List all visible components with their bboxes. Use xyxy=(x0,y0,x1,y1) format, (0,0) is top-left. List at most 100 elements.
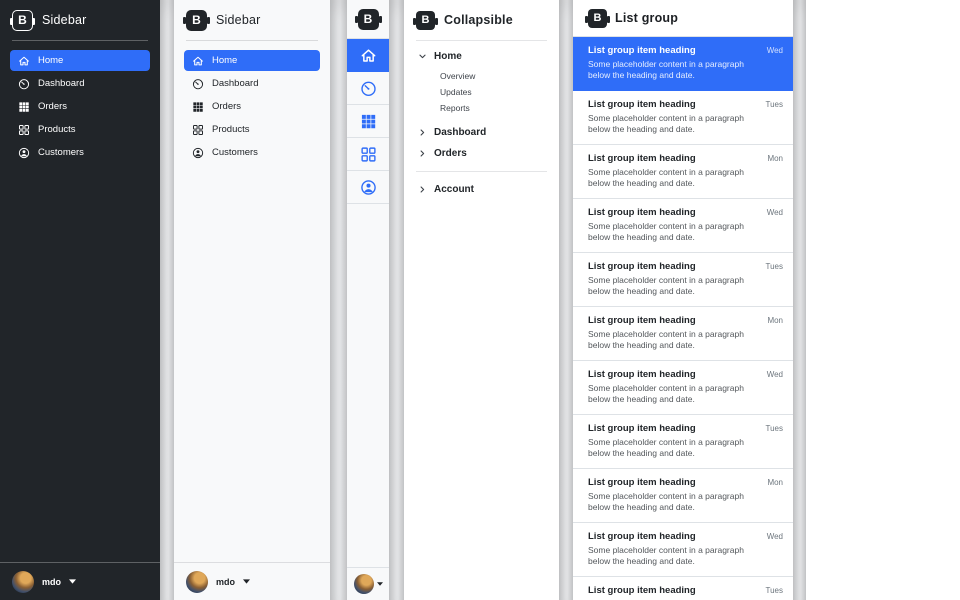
list-item-heading: List group item heading xyxy=(588,369,696,380)
tree-toggle-orders[interactable]: Orders xyxy=(414,143,549,164)
brand-link-light[interactable]: B Sidebar xyxy=(174,0,330,40)
list-item-top: List group item heading Mon xyxy=(588,315,783,326)
list-group-item[interactable]: List group item heading Mon Some placeho… xyxy=(573,469,793,523)
icon-nav-item[interactable] xyxy=(347,105,389,138)
example-divider xyxy=(330,0,347,600)
list-group-item[interactable]: List group item heading Wed Some placeho… xyxy=(573,523,793,577)
brand-link-dark[interactable]: B Sidebar xyxy=(0,0,160,40)
list-group-item[interactable]: List group item heading Mon Some placeho… xyxy=(573,145,793,199)
list-item-date: Tues xyxy=(766,424,784,433)
tree-children-home: Overview Updates Reports xyxy=(414,68,549,116)
nav-item-orders[interactable]: Orders xyxy=(10,96,150,117)
user-menu-dark[interactable]: mdo xyxy=(0,562,160,600)
caret-down-icon xyxy=(243,579,250,584)
list-item-heading: List group item heading xyxy=(588,477,696,488)
nav-item-dashboard[interactable]: Dashboard xyxy=(10,73,150,94)
list-item-top: List group item heading Tues xyxy=(588,423,783,434)
tree-toggle-account[interactable]: Account xyxy=(414,179,549,200)
list-item-body: Some placeholder content in a paragraph … xyxy=(588,59,758,80)
table-icon xyxy=(192,101,204,113)
brand-link-list-group[interactable]: B List group xyxy=(573,0,793,37)
brand-title: Collapsible xyxy=(444,13,513,27)
nav-item-home[interactable]: Home xyxy=(184,50,320,71)
chevron-right-icon xyxy=(418,149,427,158)
person-circle-icon xyxy=(18,147,30,159)
list-group-item[interactable]: List group item heading Tues Some placeh… xyxy=(573,577,793,600)
list-item-date: Mon xyxy=(767,316,783,325)
user-menu-icons[interactable] xyxy=(347,567,389,600)
nav-item-label: Customers xyxy=(38,147,84,158)
icon-nav-item[interactable] xyxy=(347,171,389,204)
list-group: List group item heading Wed Some placeho… xyxy=(573,37,793,600)
list-item-heading: List group item heading xyxy=(588,315,696,326)
bootstrap-logo-icon: B xyxy=(416,11,435,30)
tree-toggle-dashboard[interactable]: Dashboard xyxy=(414,122,549,143)
grid-icon xyxy=(360,146,377,163)
list-group-item[interactable]: List group item heading Wed Some placeho… xyxy=(573,37,793,91)
avatar xyxy=(12,571,34,593)
nav-item-products[interactable]: Products xyxy=(184,119,320,140)
divider-line xyxy=(416,171,547,172)
list-item-heading: List group item heading xyxy=(588,45,696,56)
sidebar-icons: B xyxy=(347,0,389,600)
user-menu-light[interactable]: mdo xyxy=(174,562,330,600)
icon-nav-item[interactable] xyxy=(347,72,389,105)
list-item-body: Some placeholder content in a paragraph … xyxy=(588,545,758,566)
nav-item-label: Customers xyxy=(212,147,258,158)
nav-item-label: Products xyxy=(38,124,76,135)
list-item-date: Mon xyxy=(767,154,783,163)
avatar xyxy=(186,571,208,593)
nav-item-home[interactable]: Home xyxy=(10,50,150,71)
list-group-item[interactable]: List group item heading Tues Some placeh… xyxy=(573,415,793,469)
nav-item-customers[interactable]: Customers xyxy=(184,142,320,163)
brand-link-collapsible[interactable]: B Collapsible xyxy=(404,0,559,40)
tree-toggle-label: Home xyxy=(434,51,462,62)
list-group-item[interactable]: List group item heading Wed Some placeho… xyxy=(573,361,793,415)
avatar xyxy=(354,574,374,594)
nav-item-orders[interactable]: Orders xyxy=(184,96,320,117)
list-group-item[interactable]: List group item heading Tues Some placeh… xyxy=(573,253,793,307)
example-divider xyxy=(559,0,573,600)
page: B Sidebar Home Dashboard Orders xyxy=(0,0,960,600)
list-group-item[interactable]: List group item heading Wed Some placeho… xyxy=(573,199,793,253)
brand-link-icons[interactable]: B xyxy=(347,0,389,39)
list-item-top: List group item heading Wed xyxy=(588,531,783,542)
list-item-top: List group item heading Wed xyxy=(588,369,783,380)
nav-item-label: Dashboard xyxy=(38,78,84,89)
list-item-body: Some placeholder content in a paragraph … xyxy=(588,491,758,512)
tree-link-overview[interactable]: Overview xyxy=(440,68,549,84)
person-circle-icon xyxy=(360,179,377,196)
icon-nav-item[interactable] xyxy=(347,39,389,72)
list-group-item[interactable]: List group item heading Mon Some placeho… xyxy=(573,307,793,361)
list-item-top: List group item heading Tues xyxy=(588,99,783,110)
nav-item-customers[interactable]: Customers xyxy=(10,142,150,163)
nav-item-products[interactable]: Products xyxy=(10,119,150,140)
tree-toggle-label: Orders xyxy=(434,148,467,159)
table-icon xyxy=(360,113,377,130)
list-item-top: List group item heading Wed xyxy=(588,45,783,56)
list-item-top: List group item heading Tues xyxy=(588,261,783,272)
nav-item-dashboard[interactable]: Dashboard xyxy=(184,73,320,94)
tree-toggle-home[interactable]: Home xyxy=(414,46,549,67)
list-item-date: Tues xyxy=(766,262,784,271)
list-item-body: Some placeholder content in a paragraph … xyxy=(588,329,758,350)
speedometer-icon xyxy=(360,80,377,97)
list-item-date: Wed xyxy=(767,532,783,541)
list-group-item[interactable]: List group item heading Tues Some placeh… xyxy=(573,91,793,145)
nav-item-label: Home xyxy=(38,55,63,66)
list-item-date: Mon xyxy=(767,478,783,487)
example-divider xyxy=(160,0,174,600)
bootstrap-logo-icon: B xyxy=(358,9,379,30)
icon-nav-item[interactable] xyxy=(347,138,389,171)
sidebar-dark: B Sidebar Home Dashboard Orders xyxy=(0,0,160,600)
tree-link-reports[interactable]: Reports xyxy=(440,100,549,116)
list-item-top: List group item heading Mon xyxy=(588,477,783,488)
list-item-date: Tues xyxy=(766,100,784,109)
brand-title: List group xyxy=(615,11,678,25)
example-divider xyxy=(793,0,806,600)
speedometer-icon xyxy=(18,78,30,90)
tree-link-updates[interactable]: Updates xyxy=(440,84,549,100)
tree-toggle-label: Dashboard xyxy=(434,127,486,138)
tree-toggle-label: Account xyxy=(434,184,474,195)
nav-item-label: Products xyxy=(212,124,250,135)
